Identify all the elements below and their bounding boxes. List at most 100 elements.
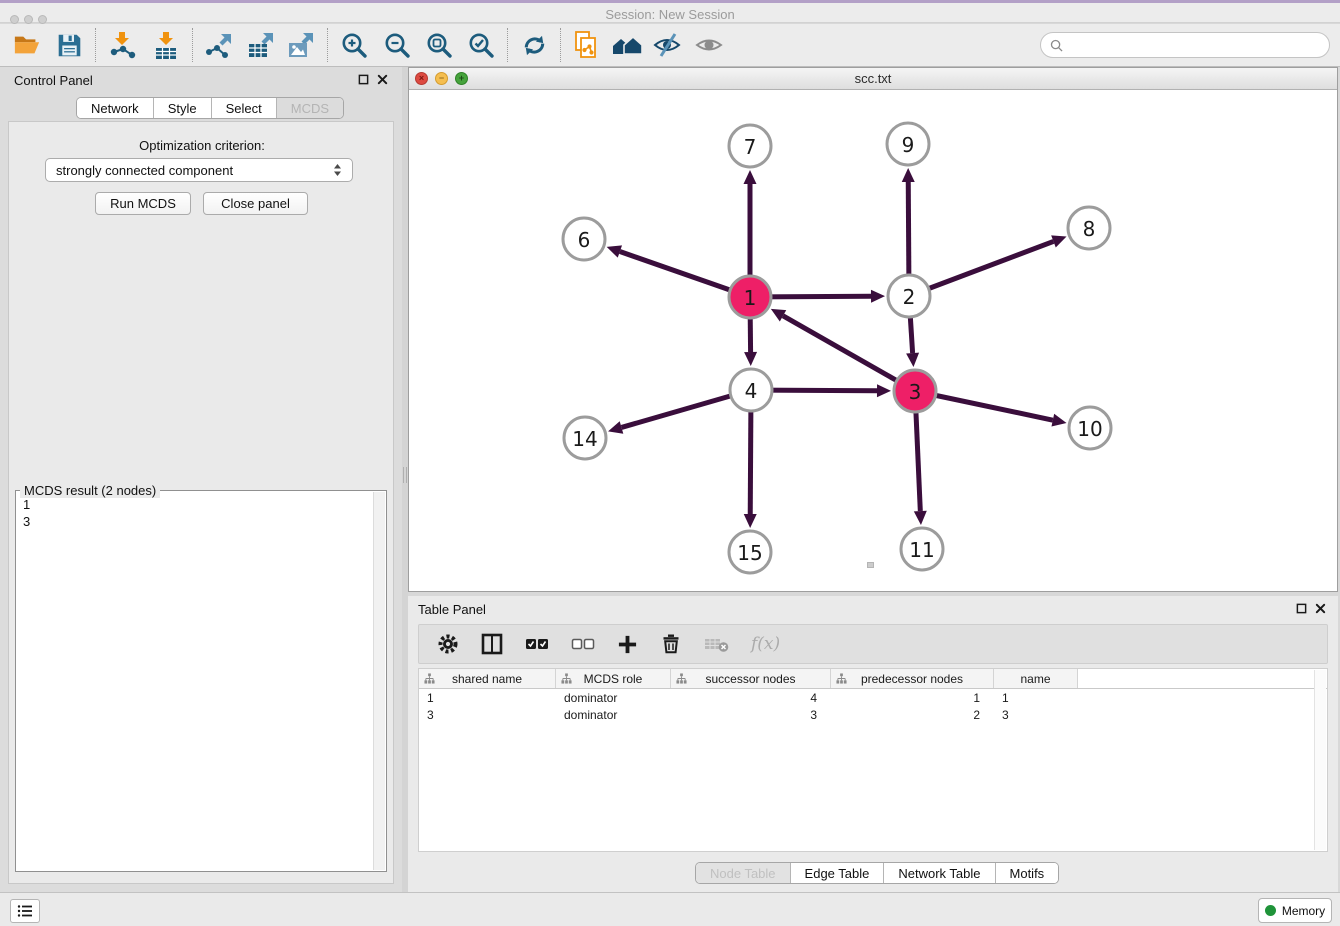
column-header-shared-name[interactable]: shared name <box>419 669 556 688</box>
tab-edge-table[interactable]: Edge Table <box>791 863 885 883</box>
network-window-titlebar[interactable]: × − + scc.txt <box>409 68 1337 90</box>
table-row[interactable]: 1 dominator 4 1 1 <box>419 689 1327 706</box>
node-label: 3 <box>909 380 922 404</box>
cell-successor-nodes[interactable]: 4 <box>671 689 831 706</box>
status-bar: Memory <box>0 892 1340 926</box>
cell-shared-name[interactable]: 3 <box>419 706 556 723</box>
node-table: shared name MCDS role successor nodes pr… <box>418 668 1328 852</box>
node-label: 11 <box>909 538 934 562</box>
edge-arrowhead <box>902 168 915 182</box>
tab-mcds[interactable]: MCDS <box>277 98 343 118</box>
cell-name[interactable]: 3 <box>994 706 1078 723</box>
select-all-icon[interactable] <box>525 637 549 651</box>
zoom-in-button[interactable] <box>337 28 371 62</box>
control-panel: Control Panel Network Style Select MCDS … <box>0 67 402 892</box>
column-layout-icon[interactable] <box>481 633 503 655</box>
network-canvas-svg[interactable]: 7968124314101511 <box>409 90 1337 591</box>
zoom-out-button[interactable] <box>380 28 414 62</box>
task-history-button[interactable] <box>10 899 40 923</box>
node-label: 15 <box>737 541 762 565</box>
table-row[interactable]: 3 dominator 3 2 3 <box>419 706 1327 723</box>
column-header-predecessor-nodes[interactable]: predecessor nodes <box>831 669 994 688</box>
search-field[interactable] <box>1040 32 1330 58</box>
export-image-button[interactable] <box>284 28 318 62</box>
toolbar-separator <box>560 28 561 62</box>
close-panel-icon[interactable] <box>1315 603 1326 614</box>
edge-arrowhead <box>607 245 622 257</box>
column-header-successor-nodes[interactable]: successor nodes <box>671 669 831 688</box>
cell-name[interactable]: 1 <box>994 689 1078 706</box>
hierarchy-icon <box>424 673 435 684</box>
cell-mcds-role[interactable]: dominator <box>556 706 671 723</box>
import-network-icon <box>107 30 137 60</box>
cell-successor-nodes[interactable]: 3 <box>671 706 831 723</box>
cell-predecessor-nodes[interactable]: 1 <box>831 689 994 706</box>
float-panel-icon[interactable] <box>358 74 369 85</box>
tab-network-table[interactable]: Network Table <box>884 863 995 883</box>
splitter-grip[interactable] <box>403 467 407 483</box>
eye-slash-icon <box>652 30 682 60</box>
open-session-button[interactable] <box>10 28 44 62</box>
network-resize-grip[interactable] <box>867 562 874 568</box>
delete-table-icon[interactable] <box>704 635 729 653</box>
zoom-selected-button[interactable] <box>464 28 498 62</box>
import-network-button[interactable] <box>105 28 139 62</box>
show-all-networks-button[interactable] <box>610 28 644 62</box>
optimization-criterion-label: Optimization criterion: <box>9 138 395 153</box>
tab-style[interactable]: Style <box>154 98 212 118</box>
mcds-result-scrollbar[interactable] <box>373 492 385 870</box>
close-panel-icon[interactable] <box>377 74 388 85</box>
zoom-out-icon <box>383 31 411 59</box>
node-label: 9 <box>902 133 915 157</box>
export-table-button[interactable] <box>244 28 278 62</box>
edge-2-8[interactable] <box>909 241 1053 296</box>
cell-mcds-role[interactable]: dominator <box>556 689 671 706</box>
zoom-fit-icon <box>425 31 453 59</box>
mcds-result-list: 1 3 <box>16 493 373 871</box>
edge-3-1[interactable] <box>783 316 915 391</box>
add-column-icon[interactable] <box>617 634 638 655</box>
zoom-fit-button[interactable] <box>422 28 456 62</box>
tab-network[interactable]: Network <box>77 98 154 118</box>
delete-column-icon[interactable] <box>660 633 682 655</box>
network-view-window: × − + scc.txt 7968124314101511 <box>408 67 1338 592</box>
apply-layout-button[interactable] <box>517 28 551 62</box>
search-input[interactable] <box>1069 38 1320 53</box>
toolbar-separator <box>327 28 328 62</box>
table-scrollbar[interactable] <box>1314 670 1326 850</box>
new-network-from-file-button[interactable] <box>570 28 604 62</box>
node-label: 6 <box>578 228 591 252</box>
memory-label: Memory <box>1282 904 1325 918</box>
memory-button[interactable]: Memory <box>1258 898 1332 923</box>
deselect-all-icon[interactable] <box>571 637 595 651</box>
gear-icon[interactable] <box>437 633 459 655</box>
node-label: 14 <box>572 427 597 451</box>
run-mcds-button[interactable]: Run MCDS <box>95 192 191 215</box>
import-table-icon <box>151 30 181 60</box>
application-window: Session: New Session <box>0 0 1340 926</box>
float-panel-icon[interactable] <box>1296 603 1307 614</box>
document-network-icon <box>572 30 602 60</box>
cell-predecessor-nodes[interactable]: 2 <box>831 706 994 723</box>
tab-motifs[interactable]: Motifs <box>996 863 1059 883</box>
criterion-dropdown[interactable]: strongly connected component <box>45 158 353 182</box>
edge-arrowhead <box>871 290 885 303</box>
close-panel-button[interactable]: Close panel <box>203 192 308 215</box>
column-header-filler <box>1078 669 1327 688</box>
column-header-name[interactable]: name <box>994 669 1078 688</box>
save-session-button[interactable] <box>52 28 86 62</box>
tab-select[interactable]: Select <box>212 98 277 118</box>
edge-arrowhead <box>608 421 623 433</box>
show-panels-button[interactable] <box>692 28 726 62</box>
import-table-button[interactable] <box>149 28 183 62</box>
column-header-mcds-role[interactable]: MCDS role <box>556 669 671 688</box>
export-network-button[interactable] <box>202 28 236 62</box>
node-label: 1 <box>744 286 757 310</box>
search-icon <box>1050 39 1063 52</box>
cell-shared-name[interactable]: 1 <box>419 689 556 706</box>
table-panel-title: Table Panel <box>418 602 486 617</box>
tab-node-table[interactable]: Node Table <box>696 863 791 883</box>
hide-panels-button[interactable] <box>650 28 684 62</box>
function-builder-icon[interactable]: f(x) <box>751 634 780 654</box>
hierarchy-icon <box>836 673 847 684</box>
